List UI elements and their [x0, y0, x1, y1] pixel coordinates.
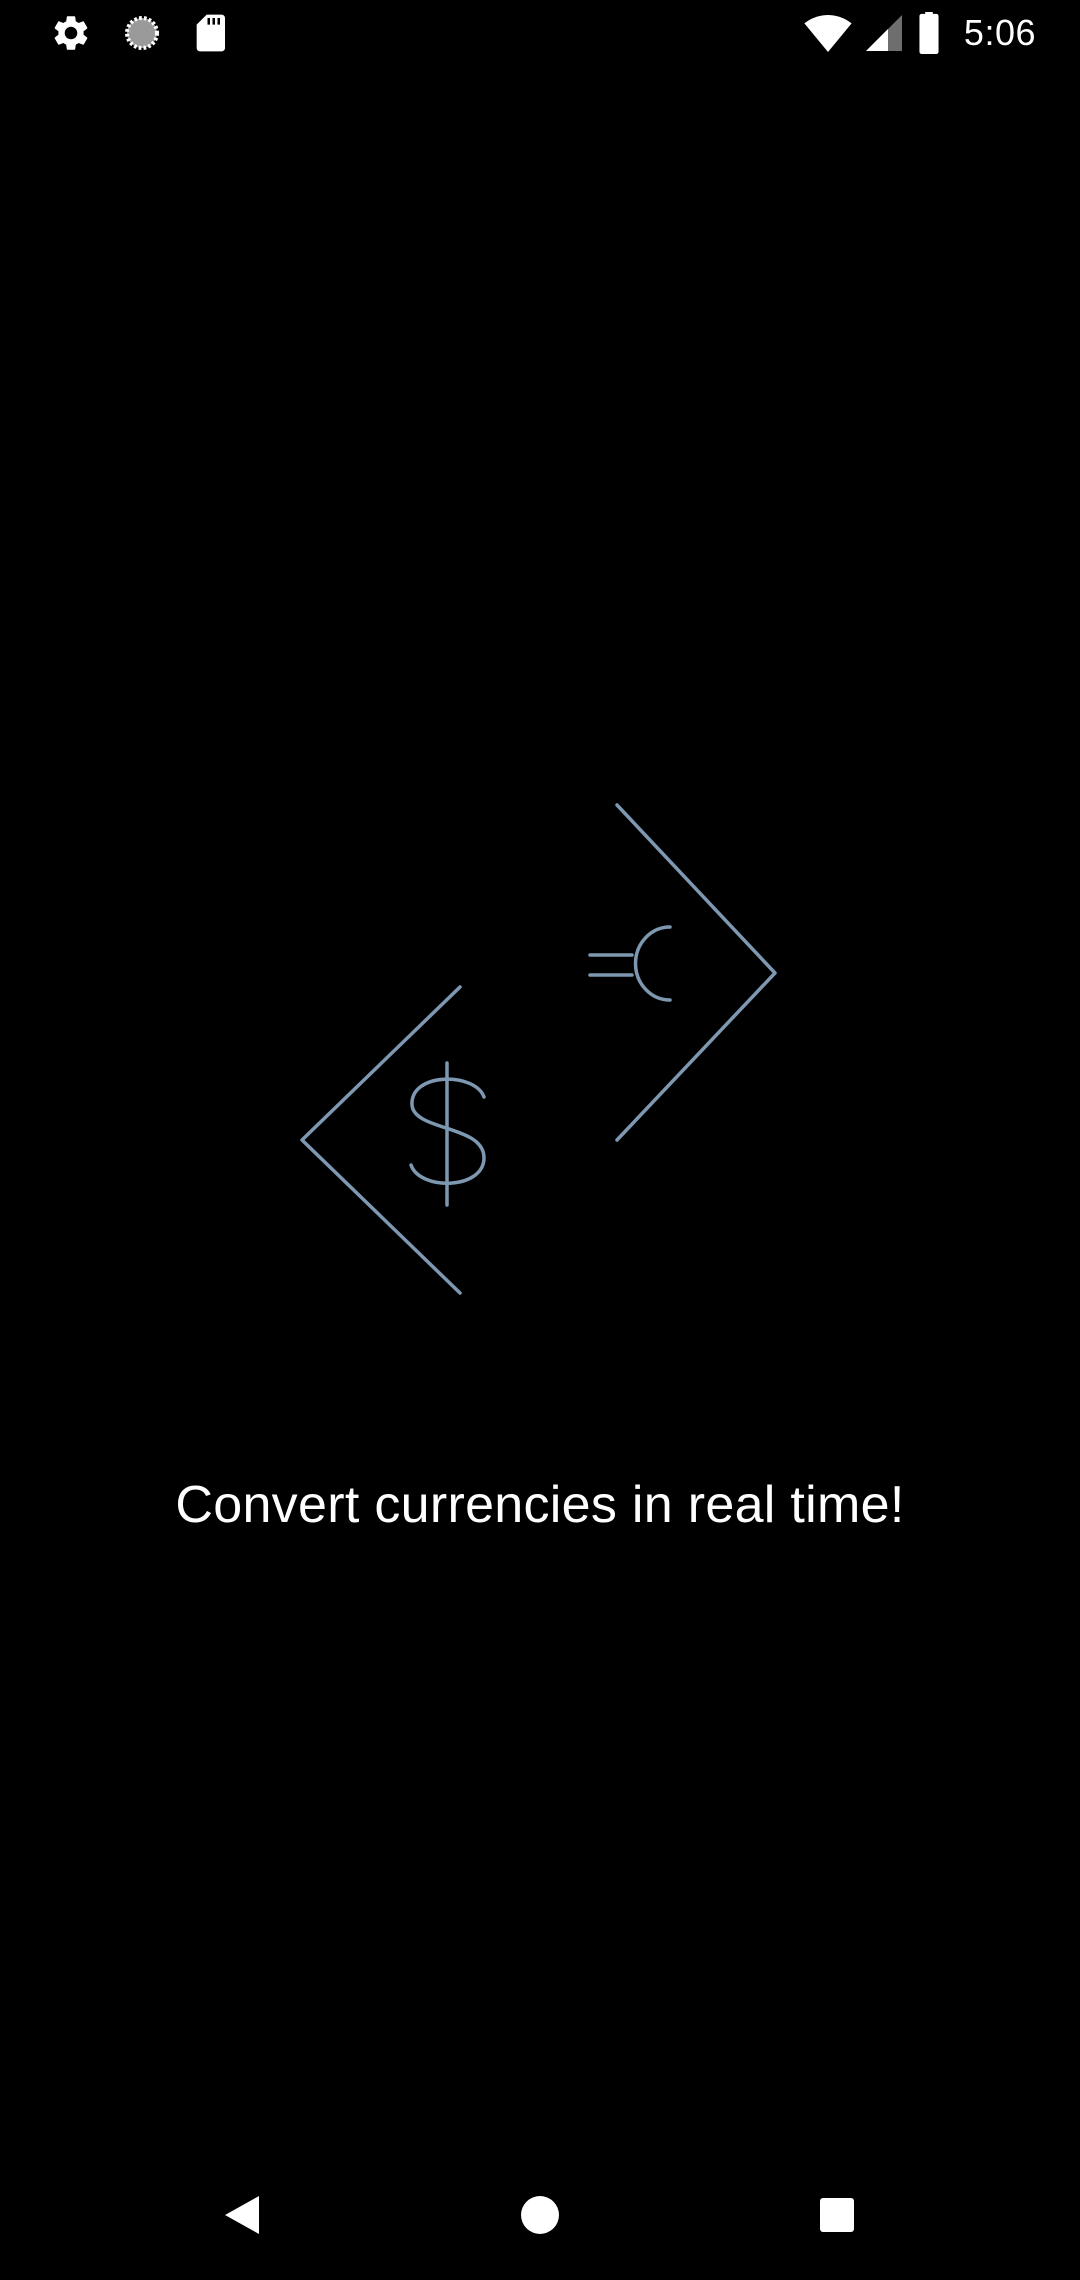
cellular-signal-icon — [865, 15, 902, 51]
status-bar-notifications — [50, 12, 228, 54]
wifi-icon — [804, 15, 852, 52]
back-button[interactable] — [207, 2180, 277, 2250]
back-icon — [225, 2196, 259, 2234]
status-clock: 5:06 — [963, 12, 1036, 53]
status-bar-system: 5:06 — [804, 12, 1036, 54]
recents-button[interactable] — [802, 2180, 872, 2250]
recents-icon — [820, 2198, 854, 2232]
home-icon — [521, 2196, 559, 2234]
tagline: Convert currencies in real time! — [175, 1476, 905, 1534]
sync-icon — [125, 16, 159, 50]
settings-icon — [54, 16, 88, 50]
currency-exchange-icon — [300, 803, 777, 1295]
sd-card-icon — [196, 14, 225, 52]
battery-icon — [919, 12, 939, 54]
navigation-bar — [0, 2150, 1080, 2280]
status-bar: 5:06 — [0, 0, 1080, 66]
home-button[interactable] — [505, 2180, 575, 2250]
